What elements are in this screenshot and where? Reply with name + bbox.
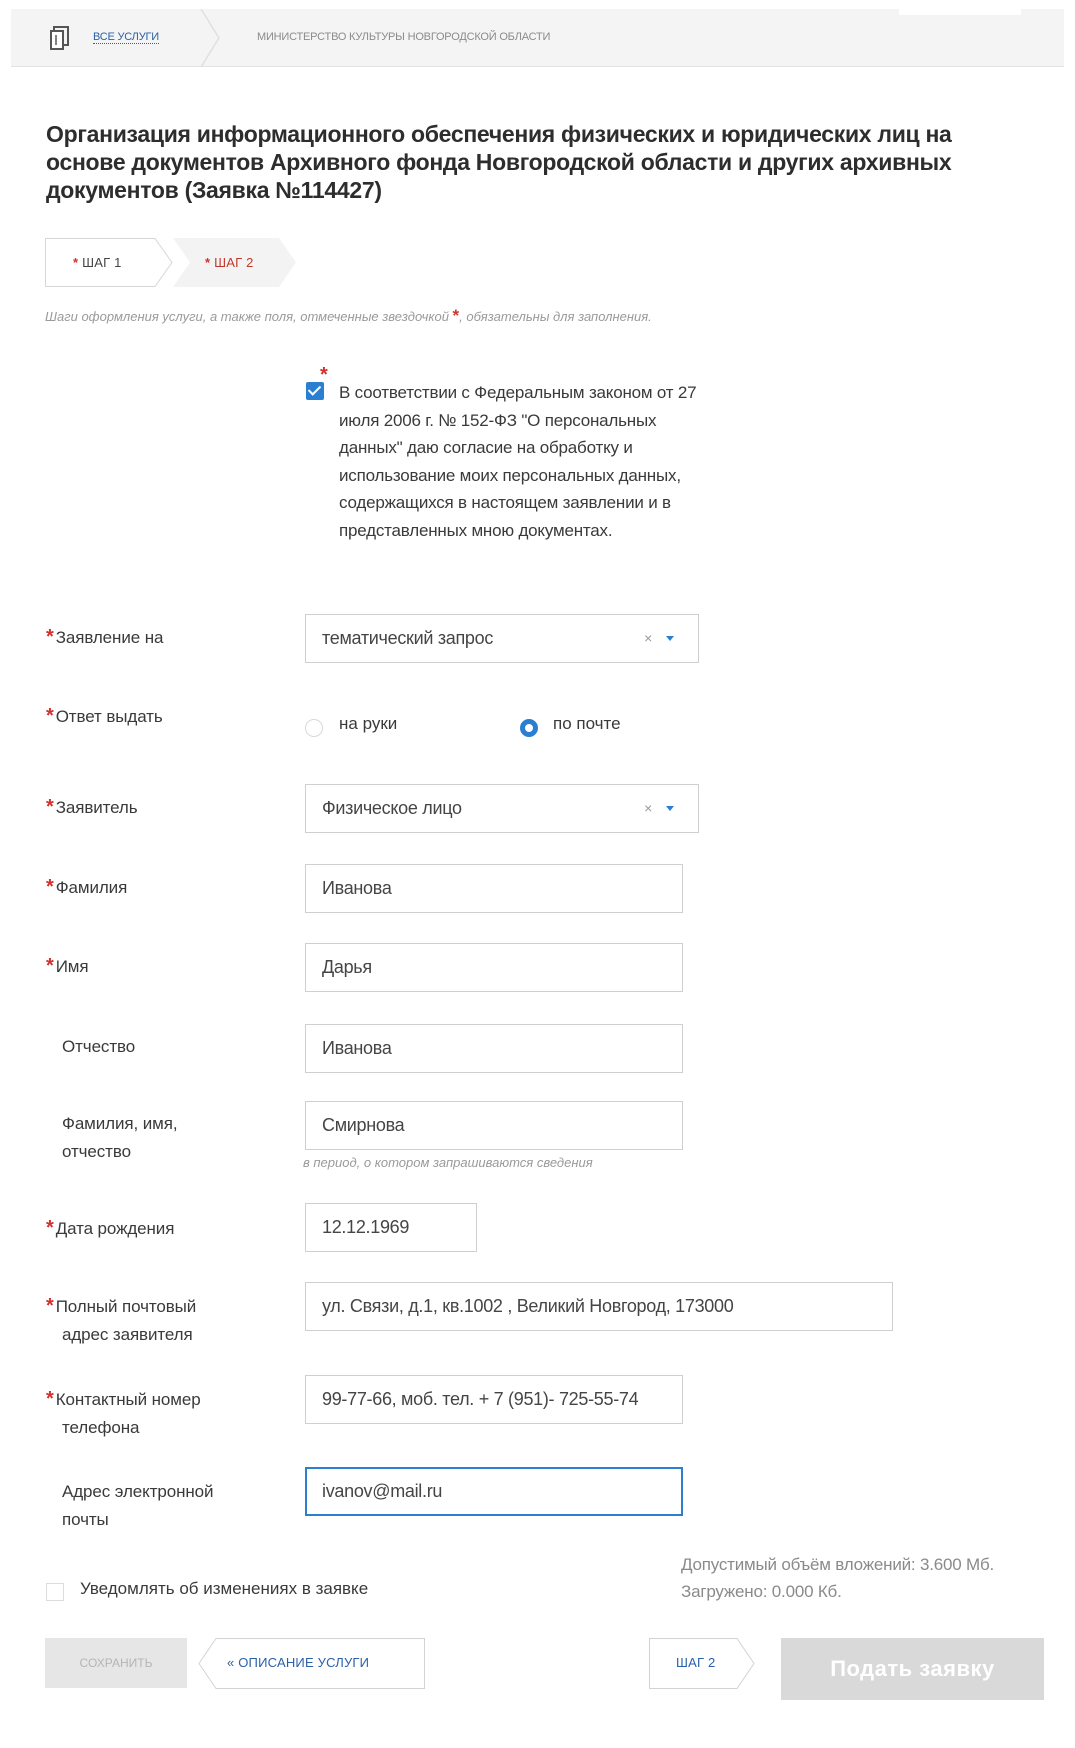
required-star-icon: * (320, 364, 328, 386)
phone-label-line1: Контактный номер (55, 1390, 201, 1409)
submit-application-button[interactable]: Подать заявку (781, 1638, 1044, 1700)
required-star-icon: * (46, 626, 54, 648)
breadcrumb: все услуги министерство культуры новгоро… (11, 9, 1064, 67)
response-radio-hand-label[interactable]: на руки (339, 714, 397, 734)
birth-date-label-text: Дата рождения (55, 1219, 175, 1238)
required-star-icon: * (46, 955, 54, 977)
response-label: * Ответ выдать (46, 702, 163, 731)
notify-checkbox[interactable] (46, 1583, 64, 1601)
required-star-icon: * (46, 876, 54, 898)
required-fields-hint: Шаги оформления услуги, а также поля, от… (45, 306, 652, 326)
required-star-icon: * (46, 1295, 54, 1317)
page-title: Организация информационного обеспечения … (46, 121, 952, 203)
required-star-icon: * (73, 255, 79, 270)
next-step-label: шаг 2 (676, 1655, 716, 1670)
next-step-button[interactable]: шаг 2 (649, 1638, 755, 1689)
required-star-icon: * (205, 255, 211, 270)
response-radio-mail[interactable] (520, 719, 538, 737)
address-label-line1: Полный почтовый (55, 1297, 197, 1316)
email-field[interactable]: ivanov@mail.ru (305, 1467, 683, 1516)
breadcrumb-all-services-link[interactable]: все услуги (93, 31, 159, 44)
applicant-clear-icon[interactable]: × (644, 785, 652, 832)
address-label: * Полный почтовый адрес заявителя (46, 1292, 196, 1349)
step-1-tab[interactable]: * шаг 1 (45, 238, 173, 287)
full-name-period-label-line2: отчество (62, 1142, 131, 1161)
phone-label-line2: телефона (62, 1418, 140, 1437)
consent-text: В соответствии с Федеральным законом от … (339, 383, 697, 540)
statement-label-text: Заявление на (55, 628, 164, 647)
required-star-icon: * (46, 705, 54, 727)
required-star-icon: * (46, 1217, 54, 1239)
email-label-line1: Адрес электронной (62, 1482, 214, 1501)
applicant-label: * Заявитель (46, 793, 138, 822)
applicant-select[interactable]: Физическое лицо × (305, 784, 699, 833)
top-tab-edge (899, 9, 1021, 15)
statement-label: * Заявление на (46, 623, 163, 652)
response-label-text: Ответ выдать (55, 707, 163, 726)
service-description-label: « описание услуги (227, 1655, 370, 1670)
service-description-button[interactable]: « описание услуги (198, 1638, 425, 1689)
patronymic-field[interactable]: Иванова (305, 1024, 683, 1073)
attachment-limit-text: Допустимый объём вложений: 3.600 Мб. (681, 1555, 995, 1574)
services-catalog-icon[interactable] (50, 26, 70, 50)
birth-date-label: * Дата рождения (46, 1214, 174, 1243)
notify-label[interactable]: Уведомлять об изменениях в заявке (80, 1579, 368, 1599)
chevron-down-icon[interactable] (666, 806, 674, 811)
phone-field[interactable]: 99-77-66, моб. тел. + 7 (951)- 725-55-74 (305, 1375, 683, 1424)
statement-select[interactable]: тематический запрос × (305, 614, 699, 663)
email-label-line2: почты (62, 1510, 109, 1529)
attachment-limits: Допустимый объём вложений: 3.600 Мб. Заг… (681, 1551, 994, 1605)
response-radio-mail-label[interactable]: по почте (553, 714, 621, 734)
step-2-tab[interactable]: * шаг 2 (167, 238, 297, 287)
address-field[interactable]: ул. Связи, д.1, кв.1002 , Великий Новгор… (305, 1282, 893, 1331)
name-label-text: Имя (55, 957, 89, 976)
required-star-icon: * (46, 1388, 54, 1410)
birth-date-field[interactable]: 12.12.1969 (305, 1203, 477, 1252)
required-star-icon: * (46, 796, 54, 818)
full-name-period-label-line1: Фамилия, имя, (62, 1114, 178, 1133)
required-hint-tail: , обязательны для заполнения. (459, 309, 652, 324)
name-field[interactable]: Дарья (305, 943, 683, 992)
surname-label-text: Фамилия (55, 878, 128, 897)
attachment-uploaded-text: Загружено: 0.000 Кб. (681, 1582, 842, 1601)
name-label: * Имя (46, 952, 89, 981)
save-button[interactable]: сохранить (45, 1638, 187, 1688)
full-name-period-field[interactable]: Смирнова (305, 1101, 683, 1150)
surname-field[interactable]: Иванова (305, 864, 683, 913)
required-hint-text: Шаги оформления услуги, а также поля, от… (45, 309, 449, 324)
breadcrumb-ministry[interactable]: министерство культуры новгородской облас… (257, 31, 550, 43)
step-2-label: шаг 2 (214, 255, 254, 270)
phone-label: * Контактный номер телефона (46, 1385, 201, 1442)
full-name-period-hint: в период, о котором запрашиваются сведен… (303, 1155, 593, 1170)
chevron-down-icon[interactable] (666, 636, 674, 641)
breadcrumb-separator-icon (200, 9, 220, 67)
surname-label: * Фамилия (46, 873, 127, 902)
statement-clear-icon[interactable]: × (644, 615, 652, 662)
address-label-line2: адрес заявителя (62, 1325, 193, 1344)
applicant-label-text: Заявитель (55, 798, 138, 817)
patronymic-label: Отчество (62, 1037, 136, 1056)
applicant-select-value: Физическое лицо (322, 798, 462, 818)
step-1-label: шаг 1 (82, 255, 122, 270)
statement-select-value: тематический запрос (322, 628, 494, 648)
full-name-period-label: Фамилия, имя, отчество (62, 1110, 178, 1166)
response-radio-hand[interactable] (305, 719, 323, 737)
email-label: Адрес электронной почты (62, 1478, 214, 1534)
